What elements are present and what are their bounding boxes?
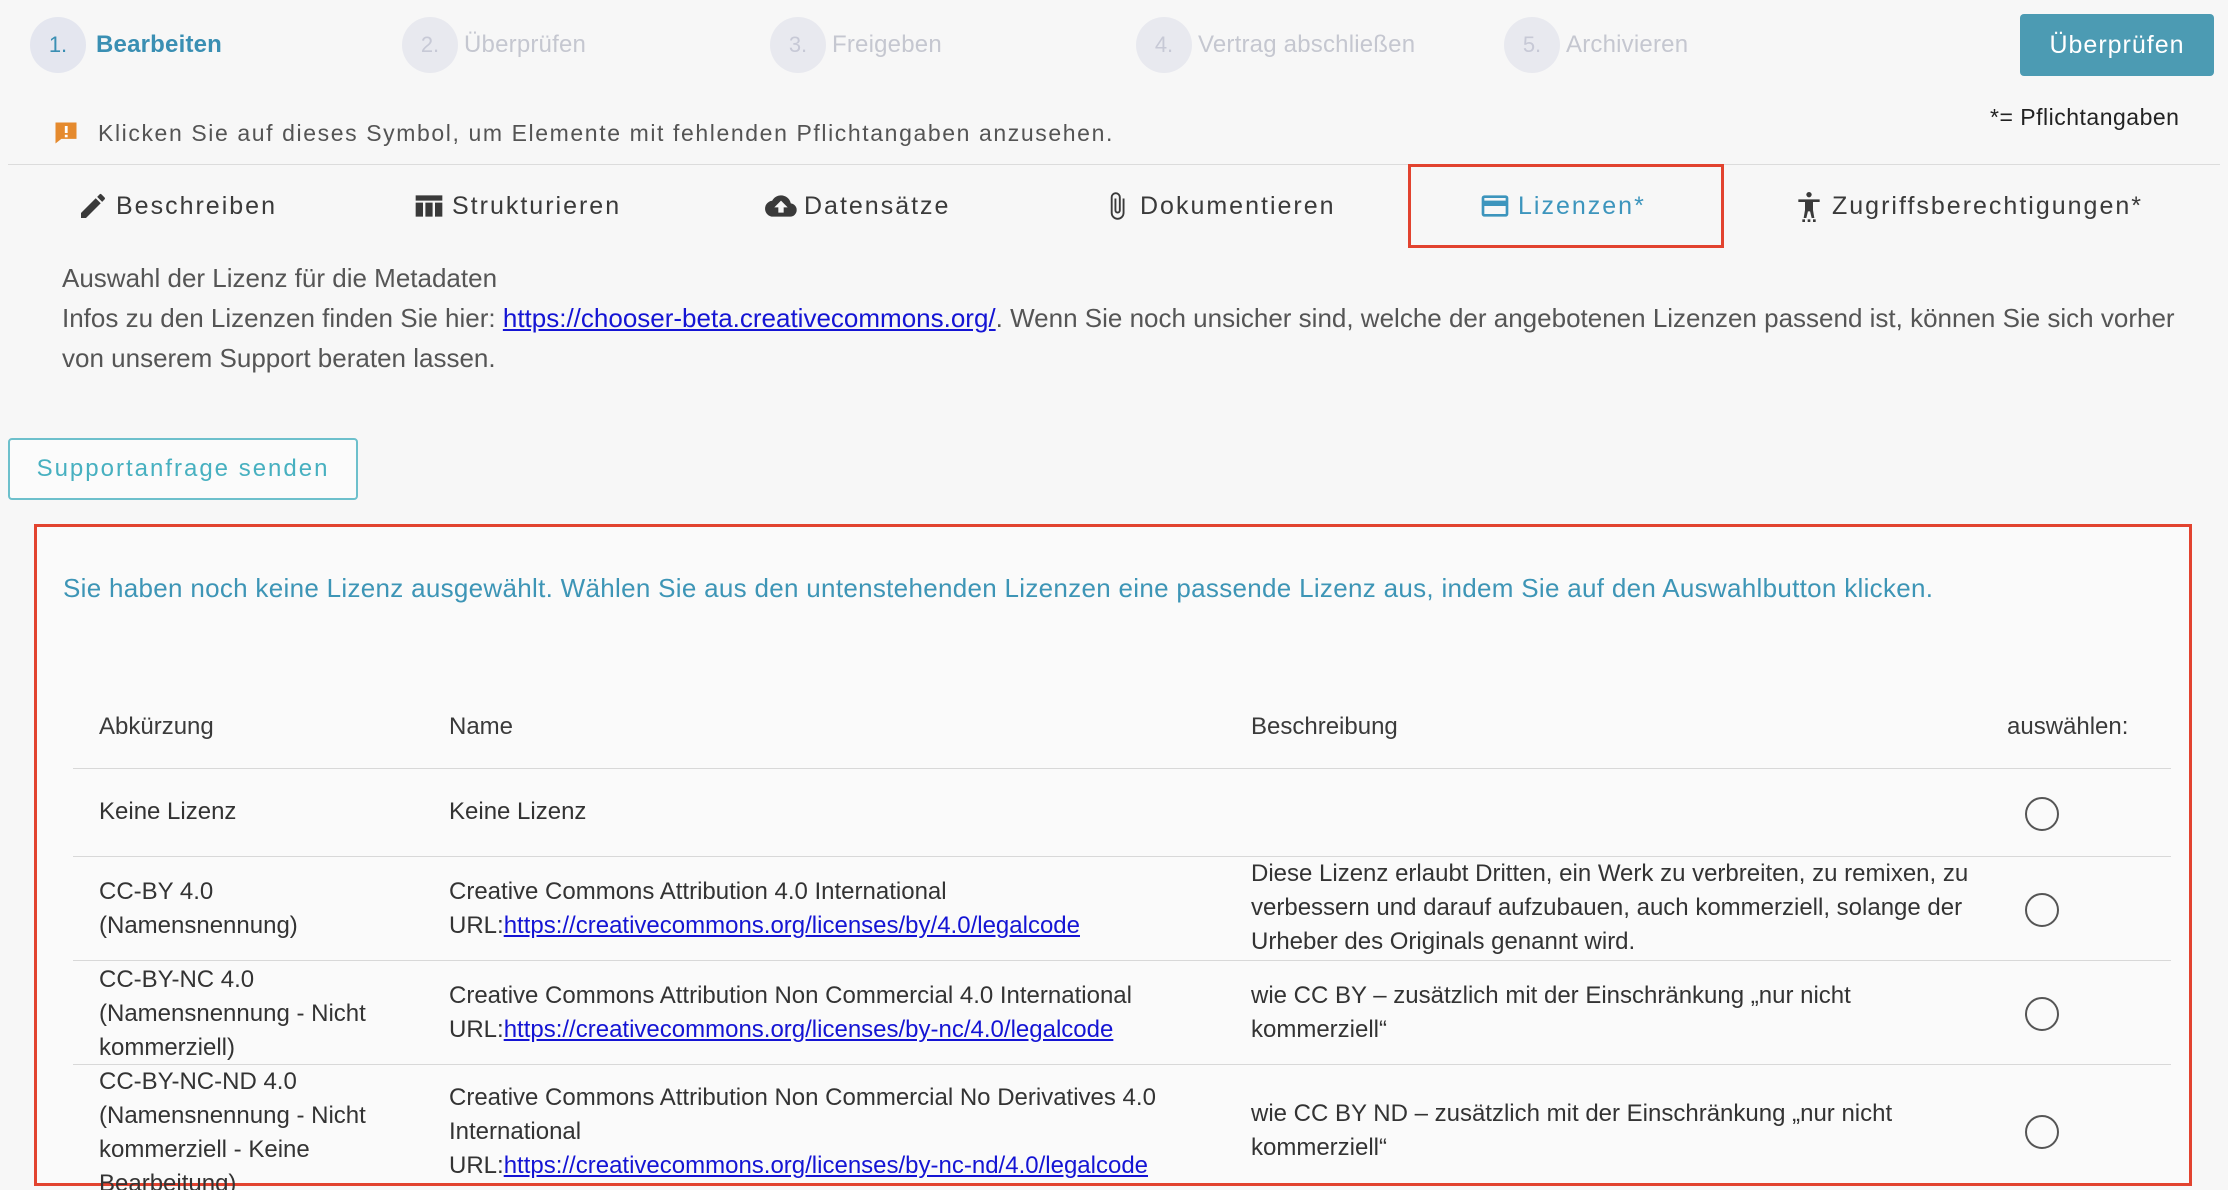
abbr-line: (Namensnennung) (99, 912, 298, 939)
url-prefix: URL: (449, 912, 504, 939)
abbr-line: CC-BY-NC-ND 4.0 (99, 1068, 297, 1095)
step-freigeben[interactable]: 3. Freigeben (770, 12, 942, 78)
table-header: Abkürzung Name Beschreibung auswählen: (73, 667, 2171, 769)
cell-abbr: CC-BY-NC-ND 4.0 (Namensnennung - Nicht k… (99, 1065, 366, 1190)
license-name: Keine Lizenz (449, 798, 587, 825)
step-archivieren[interactable]: 5. Archivieren (1504, 12, 1688, 78)
url-prefix: URL: (449, 1152, 504, 1179)
tab-beschreiben[interactable]: Beschreiben (76, 180, 277, 232)
ueberpruefen-button[interactable]: Überprüfen (2020, 14, 2214, 76)
license-name: Creative Commons Attribution Non Commerc… (449, 982, 1132, 1009)
progress-stepper: 1. Bearbeiten 2. Überprüfen 3. Freigeben… (30, 12, 1688, 78)
pencil-icon (76, 189, 110, 223)
tab-label: Dokumentieren (1140, 191, 1336, 220)
tab-label: Zugriffsberechtigungen* (1832, 191, 2143, 220)
abbr-line: kommerziell) (99, 1034, 236, 1061)
license-radio[interactable] (2025, 893, 2059, 927)
license-radio[interactable] (2025, 1115, 2059, 1149)
table-row: Keine Lizenz Keine Lizenz (73, 769, 2171, 857)
paperclip-icon (1100, 189, 1134, 223)
abbr-line: (Namensnennung - Nicht (99, 1102, 366, 1129)
column-header-description: Beschreibung (1251, 713, 1398, 740)
license-selection-panel: Sie haben noch keine Lizenz ausgewählt. … (34, 524, 2192, 1190)
license-radio[interactable] (2025, 797, 2059, 831)
step-label: Archivieren (1566, 31, 1689, 58)
table-row: CC-BY-NC-ND 4.0 (Namensnennung - Nicht k… (73, 1065, 2171, 1190)
cell-abbr: CC-BY-NC 4.0 (Namensnennung - Nicht komm… (99, 963, 366, 1065)
license-url-link[interactable]: https://creativecommons.org/licenses/by-… (504, 1016, 1114, 1043)
cell-name: Creative Commons Attribution Non Commerc… (449, 1081, 1209, 1183)
license-name: Creative Commons Attribution Non Commerc… (449, 1084, 1156, 1145)
step-label: Bearbeiten (96, 31, 223, 58)
abbr-line: CC-BY-NC 4.0 (99, 966, 255, 993)
chooser-link[interactable]: https://chooser-beta.creativecommons.org… (503, 303, 996, 333)
support-request-button[interactable]: Supportanfrage senden (8, 438, 358, 500)
step-label: Freigeben (832, 31, 942, 58)
cell-description: wie CC BY – zusätzlich mit der Einschrän… (1251, 982, 1851, 1043)
cell-name: Keine Lizenz (449, 795, 1229, 829)
table-row: CC-BY-NC 4.0 (Namensnennung - Nicht komm… (73, 961, 2171, 1065)
intro-prefix: Infos zu den Lizenzen finden Sie hier: (62, 303, 503, 333)
tab-dokumentieren[interactable]: Dokumentieren (1100, 180, 1336, 232)
license-intro: Auswahl der Lizenz für die Metadaten Inf… (62, 258, 2222, 378)
license-url-link[interactable]: https://creativecommons.org/licenses/by/… (504, 912, 1080, 939)
table-row: CC-BY 4.0 (Namensnennung) Creative Commo… (73, 857, 2171, 961)
tab-datensaetze[interactable]: Datensätze (764, 180, 950, 232)
step-label: Überprüfen (464, 31, 587, 58)
required-note: *= Pflichtangaben (1990, 104, 2180, 130)
cell-name: Creative Commons Attribution 4.0 Interna… (449, 875, 1229, 943)
tab-label: Strukturieren (452, 191, 622, 220)
step-vertrag-abschliessen[interactable]: 4. Vertrag abschließen (1136, 12, 1415, 78)
tab-zugriffsberechtigungen[interactable]: Zugriffsberechtigungen* (1792, 180, 2143, 232)
cell-abbr: Keine Lizenz (99, 795, 236, 829)
step-label: Vertrag abschließen (1198, 31, 1416, 58)
table-icon (412, 189, 446, 223)
cell-description: wie CC BY ND – zusätzlich mit der Einsch… (1251, 1100, 1893, 1161)
step-number: 1. (30, 17, 86, 73)
no-license-message: Sie haben noch keine Lizenz ausgewählt. … (63, 573, 1934, 603)
accessibility-icon (1792, 189, 1826, 223)
abbr-line: CC-BY 4.0 (99, 878, 214, 905)
license-url-line: URL:https://creativecommons.org/licenses… (449, 909, 1229, 943)
cell-description: Diese Lizenz erlaubt Dritten, ein Werk z… (1251, 860, 1969, 955)
divider (8, 164, 2220, 165)
cell-name: Creative Commons Attribution Non Commerc… (449, 979, 1229, 1047)
abbr-line: Keine Lizenz (99, 798, 237, 825)
warning-bubble-icon[interactable] (52, 119, 80, 147)
license-url-link[interactable]: https://creativecommons.org/licenses/by-… (504, 1152, 1148, 1179)
step-number: 4. (1136, 17, 1192, 73)
step-number: 5. (1504, 17, 1560, 73)
column-header-name: Name (449, 713, 514, 740)
hint-text: Klicken Sie auf dieses Symbol, um Elemen… (98, 119, 1114, 146)
intro-body: Infos zu den Lizenzen finden Sie hier: h… (62, 298, 2222, 378)
step-ueberpruefen[interactable]: 2. Überprüfen (402, 12, 586, 78)
url-prefix: URL: (449, 1016, 504, 1043)
cloud-upload-icon (764, 189, 798, 223)
license-url-line: URL:https://creativecommons.org/licenses… (449, 1149, 1209, 1183)
abbr-line: (Namensnennung - Nicht (99, 1000, 366, 1027)
column-header-select: auswählen: (2007, 713, 2129, 740)
active-tab-highlight (1408, 164, 1724, 248)
step-number: 2. (402, 17, 458, 73)
license-radio[interactable] (2025, 997, 2059, 1031)
tab-label: Beschreiben (116, 191, 277, 220)
abbr-line: Bearbeitung) (99, 1170, 237, 1190)
step-number: 3. (770, 17, 826, 73)
intro-title: Auswahl der Lizenz für die Metadaten (62, 263, 498, 293)
tab-strukturieren[interactable]: Strukturieren (412, 180, 621, 232)
license-name: Creative Commons Attribution 4.0 Interna… (449, 878, 947, 905)
abbr-line: kommerziell - Keine (99, 1136, 310, 1163)
column-header-abbr: Abkürzung (99, 713, 214, 740)
tab-label: Datensätze (804, 191, 951, 220)
step-bearbeiten[interactable]: 1. Bearbeiten (30, 12, 222, 78)
cell-abbr: CC-BY 4.0 (Namensnennung) (99, 875, 298, 943)
license-url-line: URL:https://creativecommons.org/licenses… (449, 1013, 1229, 1047)
missing-fields-hint: Klicken Sie auf dieses Symbol, um Elemen… (52, 116, 1114, 150)
license-table: Abkürzung Name Beschreibung auswählen: K… (73, 667, 2171, 1190)
